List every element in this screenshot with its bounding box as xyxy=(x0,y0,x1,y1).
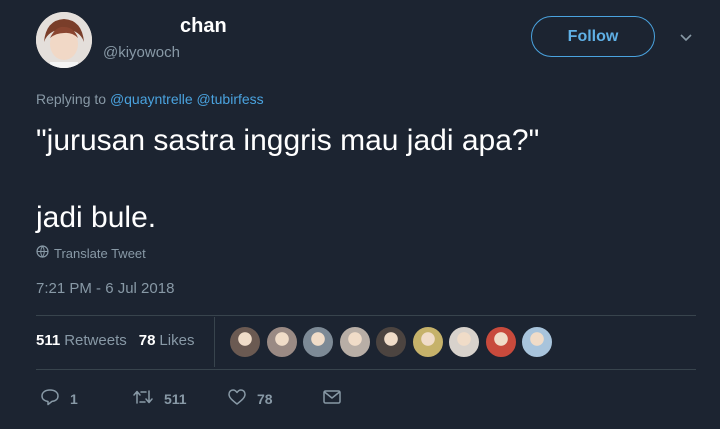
tweet-timestamp[interactable]: 7:21 PM - 6 Jul 2018 xyxy=(36,280,174,297)
liker-avatar[interactable] xyxy=(302,326,334,358)
retweet-icon xyxy=(132,388,154,409)
reply-icon xyxy=(40,388,60,409)
envelope-icon xyxy=(322,388,342,409)
liker-avatar[interactable] xyxy=(411,326,444,358)
liker-avatar[interactable] xyxy=(338,326,371,358)
direct-message-action[interactable] xyxy=(322,388,342,409)
user-handle[interactable]: @kiyowoch xyxy=(103,44,180,61)
divider xyxy=(36,369,696,370)
liker-avatar[interactable] xyxy=(375,326,407,358)
reply-count: 1 xyxy=(70,390,78,407)
retweets-label: Retweets xyxy=(64,332,127,349)
mention-link[interactable]: @tubirfess xyxy=(197,91,264,107)
tweet-text-line: jadi bule. xyxy=(36,201,157,234)
liker-avatar[interactable] xyxy=(448,326,480,358)
tweet-actions: 1 511 78 xyxy=(40,388,360,408)
likes-count: 78 xyxy=(138,332,156,349)
translate-tweet-link[interactable]: Translate Tweet xyxy=(36,245,146,261)
translate-label: Translate Tweet xyxy=(54,245,146,261)
heart-icon xyxy=(227,388,247,409)
mention-link[interactable]: @quayntrelle xyxy=(110,91,193,107)
avatar-image xyxy=(36,12,92,68)
tweet-stats: 511 Retweets 78 Likes xyxy=(36,332,194,349)
divider xyxy=(214,317,215,367)
replying-to: Replying to @quayntrelle @tubirfess xyxy=(36,91,264,107)
follow-button[interactable]: Follow xyxy=(531,16,655,57)
liker-avatar[interactable] xyxy=(521,326,553,358)
replying-to-label: Replying to xyxy=(36,91,107,107)
avatar[interactable] xyxy=(36,12,92,68)
globe-icon xyxy=(36,245,49,261)
retweet-count: 511 xyxy=(164,390,187,407)
reply-action[interactable]: 1 xyxy=(40,388,78,409)
tweet-text-line: "jurusan sastra inggris mau jadi apa?" xyxy=(36,124,540,157)
like-count: 78 xyxy=(257,390,273,407)
retweet-action[interactable]: 511 xyxy=(132,388,187,409)
liker-avatar[interactable] xyxy=(484,326,517,358)
liker-avatar[interactable] xyxy=(265,326,298,358)
retweets-count: 511 xyxy=(36,332,61,349)
divider xyxy=(36,315,696,316)
likes-label: Likes xyxy=(159,332,195,349)
like-action[interactable]: 78 xyxy=(227,388,273,409)
liker-avatars xyxy=(229,326,558,358)
display-name[interactable]: chan xyxy=(180,15,227,38)
chevron-down-icon[interactable] xyxy=(677,28,695,46)
likes-stat[interactable]: 78 Likes xyxy=(139,332,195,349)
liker-avatar[interactable] xyxy=(229,326,261,358)
retweets-stat[interactable]: 511 Retweets xyxy=(36,332,127,349)
